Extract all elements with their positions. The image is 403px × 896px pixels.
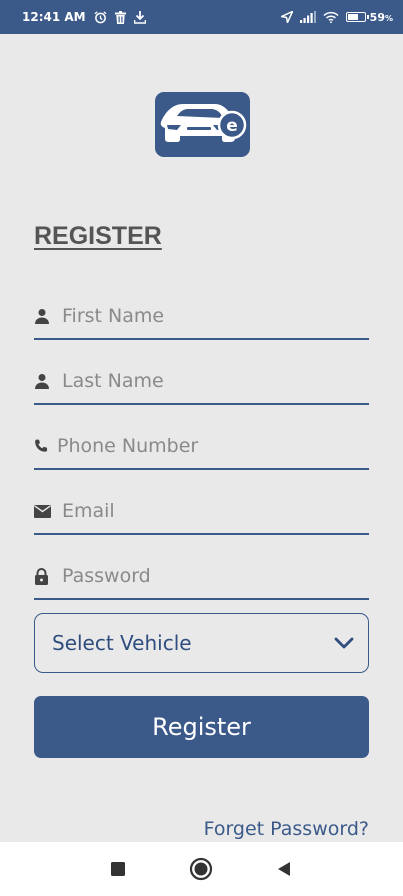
person-icon [34, 372, 52, 390]
email-input[interactable] [62, 500, 352, 522]
battery-icon: 59% [345, 11, 393, 24]
battery-percent-value: 59 [369, 10, 385, 24]
triangle-back-icon[interactable] [272, 857, 296, 881]
status-right: 59% [280, 11, 393, 24]
page-title: REGISTER [34, 222, 162, 250]
square-recent-icon[interactable] [106, 857, 130, 881]
chevron-down-icon [334, 634, 354, 653]
lock-icon [34, 567, 52, 585]
phone-icon [34, 437, 48, 455]
car-e-logo-icon: e [160, 104, 247, 142]
battery-tip [366, 15, 369, 19]
circle-home-icon[interactable] [189, 857, 213, 881]
register-button[interactable]: Register [34, 696, 369, 758]
forget-password-link[interactable]: Forget Password? [204, 818, 369, 840]
status-time: 12:41 AM [22, 10, 86, 24]
svg-text:e: e [226, 116, 238, 136]
battery-percent: 59% [370, 11, 393, 24]
status-bar: 12:41 AM 59% [0, 0, 403, 34]
last-name-field[interactable] [34, 359, 369, 405]
select-vehicle-label: Select Vehicle [52, 631, 192, 655]
envelope-icon [34, 502, 52, 520]
trash-icon [114, 10, 126, 24]
wifi-icon [323, 11, 339, 23]
person-icon [34, 307, 52, 325]
email-field[interactable] [34, 489, 369, 535]
password-input[interactable] [62, 565, 352, 587]
battery-body [345, 12, 369, 22]
last-name-input[interactable] [62, 370, 352, 392]
battery-fill [347, 14, 359, 20]
battery-percent-suffix: % [384, 13, 393, 23]
first-name-input[interactable] [62, 305, 352, 327]
signal-icon [299, 11, 316, 23]
app-logo: e [155, 92, 250, 157]
status-left: 12:41 AM [22, 10, 146, 24]
first-name-field[interactable] [34, 294, 369, 340]
phone-number-input[interactable] [57, 435, 347, 457]
location-arrow-icon [280, 11, 293, 23]
system-nav-bar [0, 842, 403, 896]
phone-number-field[interactable] [34, 424, 369, 470]
password-field[interactable] [34, 554, 369, 600]
alarm-icon [94, 10, 107, 24]
download-icon [133, 10, 146, 24]
select-vehicle-dropdown[interactable]: Select Vehicle [34, 613, 369, 673]
